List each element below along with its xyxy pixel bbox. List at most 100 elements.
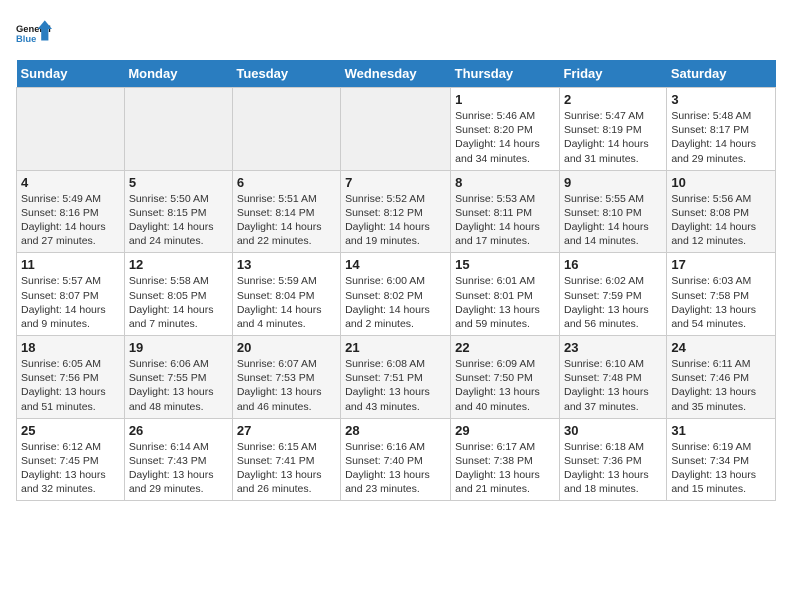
header-day-saturday: Saturday <box>667 60 776 88</box>
day-number: 1 <box>455 92 555 107</box>
week-row-2: 11 Sunrise: 5:57 AM Sunset: 8:07 PM Dayli… <box>17 253 776 336</box>
calendar-header: SundayMondayTuesdayWednesdayThursdayFrid… <box>17 60 776 88</box>
day-info: Sunrise: 6:08 AM Sunset: 7:51 PM Dayligh… <box>345 357 446 414</box>
day-number: 30 <box>564 423 662 438</box>
day-info: Sunrise: 5:53 AM Sunset: 8:11 PM Dayligh… <box>455 192 555 249</box>
calendar-cell: 26 Sunrise: 6:14 AM Sunset: 7:43 PM Dayli… <box>124 418 232 501</box>
calendar-cell: 23Sunrise: 6:10 AM Sunset: 7:48 PM Dayli… <box>559 336 666 419</box>
day-info: Sunrise: 5:51 AM Sunset: 8:14 PM Dayligh… <box>237 192 336 249</box>
week-row-0: 1Sunrise: 5:46 AM Sunset: 8:20 PM Daylig… <box>17 88 776 171</box>
calendar-cell: 7Sunrise: 5:52 AM Sunset: 8:12 PM Daylig… <box>341 170 451 253</box>
calendar-cell: 20 Sunrise: 6:07 AM Sunset: 7:53 PM Dayli… <box>232 336 340 419</box>
day-number: 11 <box>21 257 120 272</box>
day-info: Sunrise: 6:09 AM Sunset: 7:50 PM Dayligh… <box>455 357 555 414</box>
day-number: 13 <box>237 257 336 272</box>
day-info: Sunrise: 6:14 AM Sunset: 7:43 PM Dayligh… <box>129 440 228 497</box>
calendar-cell: 2 Sunrise: 5:47 AM Sunset: 8:19 PM Daylig… <box>559 88 666 171</box>
day-number: 27 <box>237 423 336 438</box>
calendar-cell: 5 Sunrise: 5:50 AM Sunset: 8:15 PM Daylig… <box>124 170 232 253</box>
calendar-cell: 28 Sunrise: 6:16 AM Sunset: 7:40 PM Dayli… <box>341 418 451 501</box>
day-info: Sunrise: 5:57 AM Sunset: 8:07 PM Dayligh… <box>21 274 120 331</box>
calendar-cell: 15 Sunrise: 6:01 AM Sunset: 8:01 PM Dayli… <box>451 253 560 336</box>
calendar-cell: 25 Sunrise: 6:12 AM Sunset: 7:45 PM Dayli… <box>17 418 125 501</box>
day-number: 16 <box>564 257 662 272</box>
day-info: Sunrise: 6:18 AM Sunset: 7:36 PM Dayligh… <box>564 440 662 497</box>
day-info: Sunrise: 6:00 AM Sunset: 8:02 PM Dayligh… <box>345 274 446 331</box>
calendar-cell <box>232 88 340 171</box>
calendar-table: SundayMondayTuesdayWednesdayThursdayFrid… <box>16 60 776 501</box>
header-day-tuesday: Tuesday <box>232 60 340 88</box>
day-number: 19 <box>129 340 228 355</box>
day-number: 8 <box>455 175 555 190</box>
logo-icon: GeneralBlue <box>16 16 52 52</box>
calendar-cell: 17 Sunrise: 6:03 AM Sunset: 7:58 PM Dayli… <box>667 253 776 336</box>
day-number: 20 <box>237 340 336 355</box>
day-number: 14 <box>345 257 446 272</box>
day-info: Sunrise: 6:02 AM Sunset: 7:59 PM Dayligh… <box>564 274 662 331</box>
day-number: 3 <box>671 92 771 107</box>
calendar-cell <box>341 88 451 171</box>
day-info: Sunrise: 5:56 AM Sunset: 8:08 PM Dayligh… <box>671 192 771 249</box>
calendar-cell: 30 Sunrise: 6:18 AM Sunset: 7:36 PM Dayli… <box>559 418 666 501</box>
day-number: 2 <box>564 92 662 107</box>
calendar-cell: 14 Sunrise: 6:00 AM Sunset: 8:02 PM Dayli… <box>341 253 451 336</box>
day-number: 26 <box>129 423 228 438</box>
day-info: Sunrise: 6:12 AM Sunset: 7:45 PM Dayligh… <box>21 440 120 497</box>
header-day-wednesday: Wednesday <box>341 60 451 88</box>
calendar-cell: 10Sunrise: 5:56 AM Sunset: 8:08 PM Dayli… <box>667 170 776 253</box>
day-number: 4 <box>21 175 120 190</box>
calendar-cell: 6 Sunrise: 5:51 AM Sunset: 8:14 PM Daylig… <box>232 170 340 253</box>
header-day-thursday: Thursday <box>451 60 560 88</box>
day-info: Sunrise: 6:15 AM Sunset: 7:41 PM Dayligh… <box>237 440 336 497</box>
calendar-cell: 13 Sunrise: 5:59 AM Sunset: 8:04 PM Dayli… <box>232 253 340 336</box>
day-info: Sunrise: 6:19 AM Sunset: 7:34 PM Dayligh… <box>671 440 771 497</box>
calendar-cell: 3 Sunrise: 5:48 AM Sunset: 8:17 PM Daylig… <box>667 88 776 171</box>
calendar-cell <box>17 88 125 171</box>
day-number: 31 <box>671 423 771 438</box>
calendar-cell: 31 Sunrise: 6:19 AM Sunset: 7:34 PM Dayli… <box>667 418 776 501</box>
header-row: SundayMondayTuesdayWednesdayThursdayFrid… <box>17 60 776 88</box>
day-info: Sunrise: 5:49 AM Sunset: 8:16 PM Dayligh… <box>21 192 120 249</box>
day-info: Sunrise: 6:07 AM Sunset: 7:53 PM Dayligh… <box>237 357 336 414</box>
calendar-cell: 11 Sunrise: 5:57 AM Sunset: 8:07 PM Dayli… <box>17 253 125 336</box>
day-info: Sunrise: 5:59 AM Sunset: 8:04 PM Dayligh… <box>237 274 336 331</box>
logo: GeneralBlue <box>16 16 52 52</box>
day-info: Sunrise: 6:16 AM Sunset: 7:40 PM Dayligh… <box>345 440 446 497</box>
svg-text:Blue: Blue <box>16 34 36 44</box>
day-info: Sunrise: 5:50 AM Sunset: 8:15 PM Dayligh… <box>129 192 228 249</box>
day-number: 18 <box>21 340 120 355</box>
day-info: Sunrise: 6:11 AM Sunset: 7:46 PM Dayligh… <box>671 357 771 414</box>
page-header: GeneralBlue <box>16 16 776 52</box>
day-info: Sunrise: 5:47 AM Sunset: 8:19 PM Dayligh… <box>564 109 662 166</box>
day-number: 23 <box>564 340 662 355</box>
calendar-cell: 27 Sunrise: 6:15 AM Sunset: 7:41 PM Dayli… <box>232 418 340 501</box>
day-info: Sunrise: 6:03 AM Sunset: 7:58 PM Dayligh… <box>671 274 771 331</box>
day-number: 17 <box>671 257 771 272</box>
day-number: 15 <box>455 257 555 272</box>
day-info: Sunrise: 5:48 AM Sunset: 8:17 PM Dayligh… <box>671 109 771 166</box>
day-info: Sunrise: 5:52 AM Sunset: 8:12 PM Dayligh… <box>345 192 446 249</box>
day-info: Sunrise: 6:01 AM Sunset: 8:01 PM Dayligh… <box>455 274 555 331</box>
day-info: Sunrise: 6:05 AM Sunset: 7:56 PM Dayligh… <box>21 357 120 414</box>
day-number: 12 <box>129 257 228 272</box>
calendar-cell: 24Sunrise: 6:11 AM Sunset: 7:46 PM Dayli… <box>667 336 776 419</box>
week-row-3: 18 Sunrise: 6:05 AM Sunset: 7:56 PM Dayli… <box>17 336 776 419</box>
week-row-1: 4 Sunrise: 5:49 AM Sunset: 8:16 PM Daylig… <box>17 170 776 253</box>
day-number: 6 <box>237 175 336 190</box>
day-number: 25 <box>21 423 120 438</box>
calendar-body: 1Sunrise: 5:46 AM Sunset: 8:20 PM Daylig… <box>17 88 776 501</box>
calendar-cell: 9Sunrise: 5:55 AM Sunset: 8:10 PM Daylig… <box>559 170 666 253</box>
day-number: 22 <box>455 340 555 355</box>
day-info: Sunrise: 6:17 AM Sunset: 7:38 PM Dayligh… <box>455 440 555 497</box>
day-number: 21 <box>345 340 446 355</box>
calendar-cell: 29Sunrise: 6:17 AM Sunset: 7:38 PM Dayli… <box>451 418 560 501</box>
calendar-cell: 1Sunrise: 5:46 AM Sunset: 8:20 PM Daylig… <box>451 88 560 171</box>
week-row-4: 25 Sunrise: 6:12 AM Sunset: 7:45 PM Dayli… <box>17 418 776 501</box>
calendar-cell: 22 Sunrise: 6:09 AM Sunset: 7:50 PM Dayli… <box>451 336 560 419</box>
calendar-cell: 4 Sunrise: 5:49 AM Sunset: 8:16 PM Daylig… <box>17 170 125 253</box>
day-info: Sunrise: 5:55 AM Sunset: 8:10 PM Dayligh… <box>564 192 662 249</box>
day-number: 5 <box>129 175 228 190</box>
day-number: 28 <box>345 423 446 438</box>
calendar-cell: 18 Sunrise: 6:05 AM Sunset: 7:56 PM Dayli… <box>17 336 125 419</box>
calendar-cell <box>124 88 232 171</box>
